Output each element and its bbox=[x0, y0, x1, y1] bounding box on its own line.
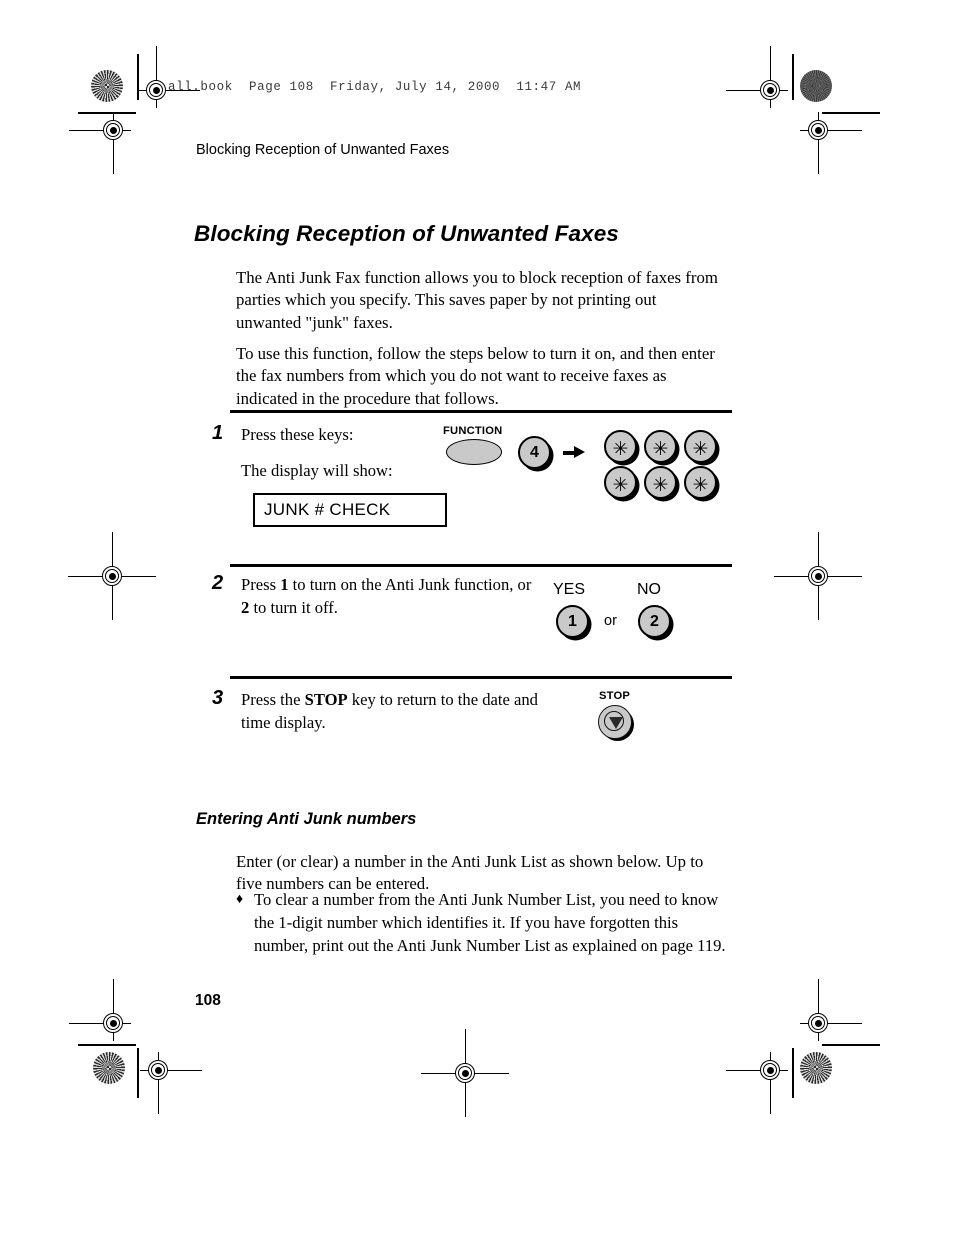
star-glyph-3: ✳ bbox=[692, 438, 709, 460]
halftone-target-top-right bbox=[800, 70, 832, 102]
crop-line-bottom-left-vertical bbox=[137, 1048, 139, 1098]
page-number: 108 bbox=[195, 992, 221, 1009]
star-glyph-1: ✳ bbox=[612, 438, 629, 460]
keypad-key-star-2[interactable]: ✳ bbox=[644, 430, 677, 463]
lcd-display-text: JUNK # CHECK bbox=[264, 500, 391, 519]
page-title: Blocking Reception of Unwanted Faxes bbox=[194, 221, 619, 247]
keypad-key-star-4[interactable]: ✳ bbox=[604, 466, 637, 499]
function-key-label: FUNCTION bbox=[443, 425, 503, 437]
step-3-text-before: Press the bbox=[241, 690, 305, 709]
registration-mark-upper-left bbox=[69, 112, 131, 174]
keypad-key-star-3[interactable]: ✳ bbox=[684, 430, 717, 463]
crop-line-upper-right-horizontal bbox=[822, 112, 880, 114]
print-file-header: all.book Page 108 Friday, July 14, 2000 … bbox=[168, 80, 582, 94]
halftone-target-bottom-right bbox=[800, 1052, 832, 1084]
running-head: Blocking Reception of Unwanted Faxes bbox=[196, 142, 450, 158]
intro-paragraph-1: The Anti Junk Fax function allows you to… bbox=[236, 267, 718, 333]
step-divider-1 bbox=[230, 410, 732, 413]
registration-mark-upper-right bbox=[800, 112, 862, 174]
star-glyph-4: ✳ bbox=[612, 474, 629, 496]
step-2-text: Press 1 to turn on the Anti Junk functio… bbox=[241, 574, 541, 620]
stop-key-label: STOP bbox=[599, 690, 631, 702]
star-glyph-6: ✳ bbox=[692, 474, 709, 496]
step-number-1: 1 bbox=[212, 422, 224, 444]
no-label: NO bbox=[637, 581, 661, 598]
function-key[interactable] bbox=[446, 439, 502, 465]
keypad-key-star-6[interactable]: ✳ bbox=[684, 466, 717, 499]
stop-triangle-icon bbox=[608, 717, 623, 729]
star-glyph-5: ✳ bbox=[652, 474, 669, 496]
stop-key[interactable] bbox=[598, 705, 632, 739]
registration-mark-bottom-left-inner bbox=[140, 1052, 202, 1114]
keypad-key-1-yes[interactable]: 1 bbox=[556, 605, 589, 638]
step-number-2: 2 bbox=[212, 572, 224, 594]
intro-paragraph-2: To use this function, follow the steps b… bbox=[236, 343, 715, 409]
registration-mark-bottom-right-inner bbox=[726, 1052, 788, 1114]
crop-line-lower-left-horizontal bbox=[78, 1044, 136, 1046]
step-2-text-middle: to turn on the Anti Junk function, or bbox=[288, 575, 532, 594]
or-label: or bbox=[604, 613, 617, 629]
registration-mark-bottom-center bbox=[421, 1029, 509, 1117]
step-2-text-after: to turn it off. bbox=[249, 597, 338, 617]
star-glyph-2: ✳ bbox=[652, 438, 669, 460]
crop-line-top-left-vertical bbox=[137, 54, 139, 100]
registration-mark-top-right-inner bbox=[726, 46, 788, 108]
bullet-text: To clear a number from the Anti Junk Num… bbox=[254, 890, 726, 955]
registration-mark-lower-right bbox=[800, 979, 862, 1041]
crop-line-upper-left-horizontal bbox=[78, 112, 136, 114]
bullet-list-item: ♦ To clear a number from the Anti Junk N… bbox=[236, 889, 726, 958]
registration-mark-mid-right bbox=[774, 532, 862, 620]
subsection-title: Entering Anti Junk numbers bbox=[196, 809, 417, 828]
step-number-3: 3 bbox=[212, 687, 224, 709]
registration-mark-mid-left bbox=[68, 532, 156, 620]
crop-line-lower-right-horizontal bbox=[822, 1044, 880, 1046]
step-3-text: Press the STOP key to return to the date… bbox=[241, 689, 541, 735]
keypad-key-4[interactable]: 4 bbox=[518, 436, 551, 469]
keypad-key-star-1[interactable]: ✳ bbox=[604, 430, 637, 463]
keypad-key-star-5[interactable]: ✳ bbox=[644, 466, 677, 499]
step-2-text-before: Press bbox=[241, 575, 281, 594]
crop-line-top-right-vertical bbox=[792, 54, 794, 100]
halftone-target-bottom-left bbox=[93, 1052, 125, 1084]
step-divider-3 bbox=[230, 676, 732, 679]
halftone-target-top-left bbox=[91, 70, 123, 102]
keypad-key-2-no[interactable]: 2 bbox=[638, 605, 671, 638]
yes-label: YES bbox=[553, 581, 586, 598]
crop-line-bottom-right-vertical bbox=[792, 1048, 794, 1098]
lcd-display-box: JUNK # CHECK bbox=[253, 493, 447, 527]
step-divider-2 bbox=[230, 564, 732, 567]
step-1-line-2: The display will show: bbox=[241, 461, 393, 480]
registration-mark-lower-left bbox=[69, 979, 131, 1041]
step-3-bold: STOP bbox=[304, 690, 348, 709]
diamond-bullet-icon: ♦ bbox=[236, 892, 244, 907]
